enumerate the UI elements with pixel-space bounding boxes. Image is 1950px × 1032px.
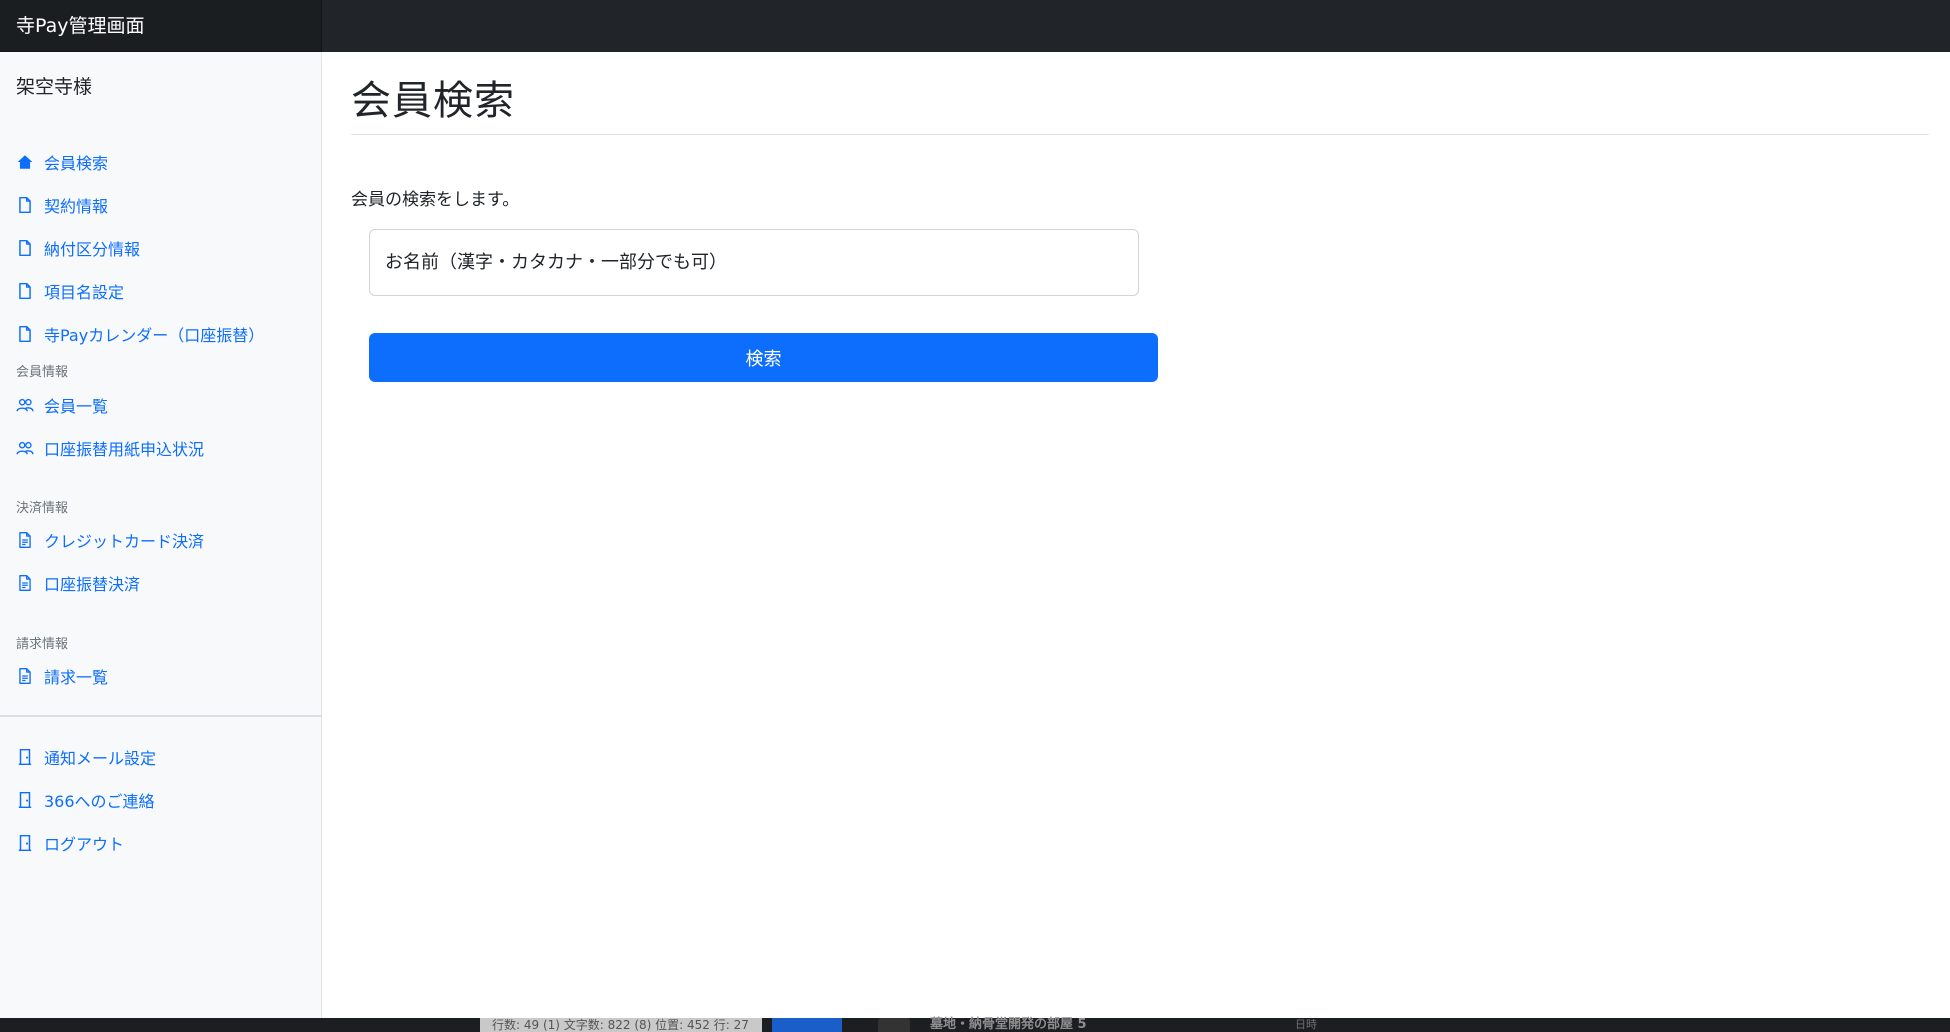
page-description: 会員の検索をします。 bbox=[351, 190, 520, 210]
section-heading-members: 会員情報 bbox=[16, 365, 69, 380]
users-icon bbox=[16, 398, 34, 412]
sidebar-divider bbox=[0, 715, 322, 717]
file-icon bbox=[19, 196, 31, 214]
sidebar-item-label: 366へのご連絡 bbox=[44, 792, 155, 811]
sidebar-item-label: 会員検索 bbox=[44, 154, 109, 173]
sidebar-item-label: 通知メール設定 bbox=[44, 749, 157, 768]
file-text-icon bbox=[19, 575, 31, 591]
sidebar-item-contract[interactable]: 契約情報 bbox=[16, 190, 108, 220]
sidebar-item-label: クレジットカード決済 bbox=[44, 532, 205, 551]
sidebar-item-label: 契約情報 bbox=[44, 197, 109, 216]
sidebar-item-logout[interactable]: ログアウト bbox=[16, 828, 124, 858]
section-heading-payments: 決済情報 bbox=[16, 501, 69, 516]
file-icon bbox=[19, 325, 31, 343]
sidebar-item-billing-list[interactable]: 請求一覧 bbox=[16, 661, 108, 691]
background-title-suffix: 5 bbox=[1077, 1017, 1087, 1032]
sidebar-item-label: 納付区分情報 bbox=[44, 240, 141, 259]
sidebar: 架空寺様 会員検索 契約情報 納付区分情報 項目名設定 寺Payカレンダー（口座… bbox=[0, 52, 322, 1018]
sidebar-item-field-settings[interactable]: 項目名設定 bbox=[16, 276, 124, 306]
door-icon bbox=[18, 834, 32, 852]
sidebar-item-label: 会員一覧 bbox=[44, 397, 109, 416]
background-thumbnail bbox=[878, 1018, 910, 1032]
sidebar-item-contact[interactable]: 366へのご連絡 bbox=[16, 785, 155, 815]
sidebar-item-member-search[interactable]: 会員検索 bbox=[16, 147, 108, 177]
file-text-icon bbox=[19, 532, 31, 548]
sidebar-item-label: 請求一覧 bbox=[44, 668, 109, 687]
file-text-icon bbox=[19, 668, 31, 684]
file-icon bbox=[19, 282, 31, 300]
temple-name: 架空寺様 bbox=[16, 76, 93, 98]
background-meta: 日時 bbox=[1295, 1018, 1317, 1031]
sidebar-item-label: ログアウト bbox=[44, 835, 125, 854]
door-icon bbox=[18, 791, 32, 809]
background-status-bar: 行数: 49 (1) 文字数: 822 (8) 位置: 452 行: 27 bbox=[480, 1018, 762, 1032]
sidebar-item-notification-email[interactable]: 通知メール設定 bbox=[16, 742, 156, 772]
sidebar-item-bank-transfer[interactable]: 口座振替決済 bbox=[16, 568, 140, 598]
sidebar-item-label: 寺Payカレンダー（口座振替） bbox=[44, 326, 265, 345]
app-brand[interactable]: 寺Pay管理画面 bbox=[0, 0, 322, 52]
sidebar-item-credit-card[interactable]: クレジットカード決済 bbox=[16, 525, 204, 555]
background-item-title: 墓地・納骨堂開発の部屋 5 bbox=[930, 1018, 1087, 1032]
main-content: 会員検索 会員の検索をします。 検索 bbox=[322, 52, 1950, 1018]
search-button[interactable]: 検索 bbox=[369, 333, 1158, 382]
sidebar-item-payment-category[interactable]: 納付区分情報 bbox=[16, 233, 140, 263]
sidebar-item-label: 項目名設定 bbox=[44, 283, 125, 302]
sidebar-item-transfer-form-status[interactable]: 口座振替用紙申込状況 bbox=[16, 433, 204, 463]
top-navbar: 寺Pay管理画面 bbox=[0, 0, 1950, 52]
sidebar-item-label: 口座振替決済 bbox=[44, 575, 141, 594]
door-icon bbox=[18, 748, 32, 766]
title-divider bbox=[351, 134, 1929, 135]
sidebar-item-member-list[interactable]: 会員一覧 bbox=[16, 390, 108, 420]
background-title-text: 墓地・納骨堂開発の部屋 bbox=[930, 1017, 1074, 1032]
app-window: 寺Pay管理画面 架空寺様 会員検索 契約情報 納付区分情報 項目名設定 寺Pa… bbox=[0, 0, 1950, 1018]
background-blue-button bbox=[772, 1018, 842, 1032]
section-heading-billing: 請求情報 bbox=[16, 637, 69, 652]
sidebar-item-label: 口座振替用紙申込状況 bbox=[44, 440, 205, 459]
name-search-input[interactable] bbox=[369, 229, 1139, 296]
file-icon bbox=[19, 239, 31, 257]
page-title: 会員検索 bbox=[351, 78, 515, 124]
sidebar-item-calendar[interactable]: 寺Payカレンダー（口座振替） bbox=[16, 319, 264, 349]
users-icon bbox=[16, 441, 34, 455]
home-icon bbox=[17, 155, 33, 169]
